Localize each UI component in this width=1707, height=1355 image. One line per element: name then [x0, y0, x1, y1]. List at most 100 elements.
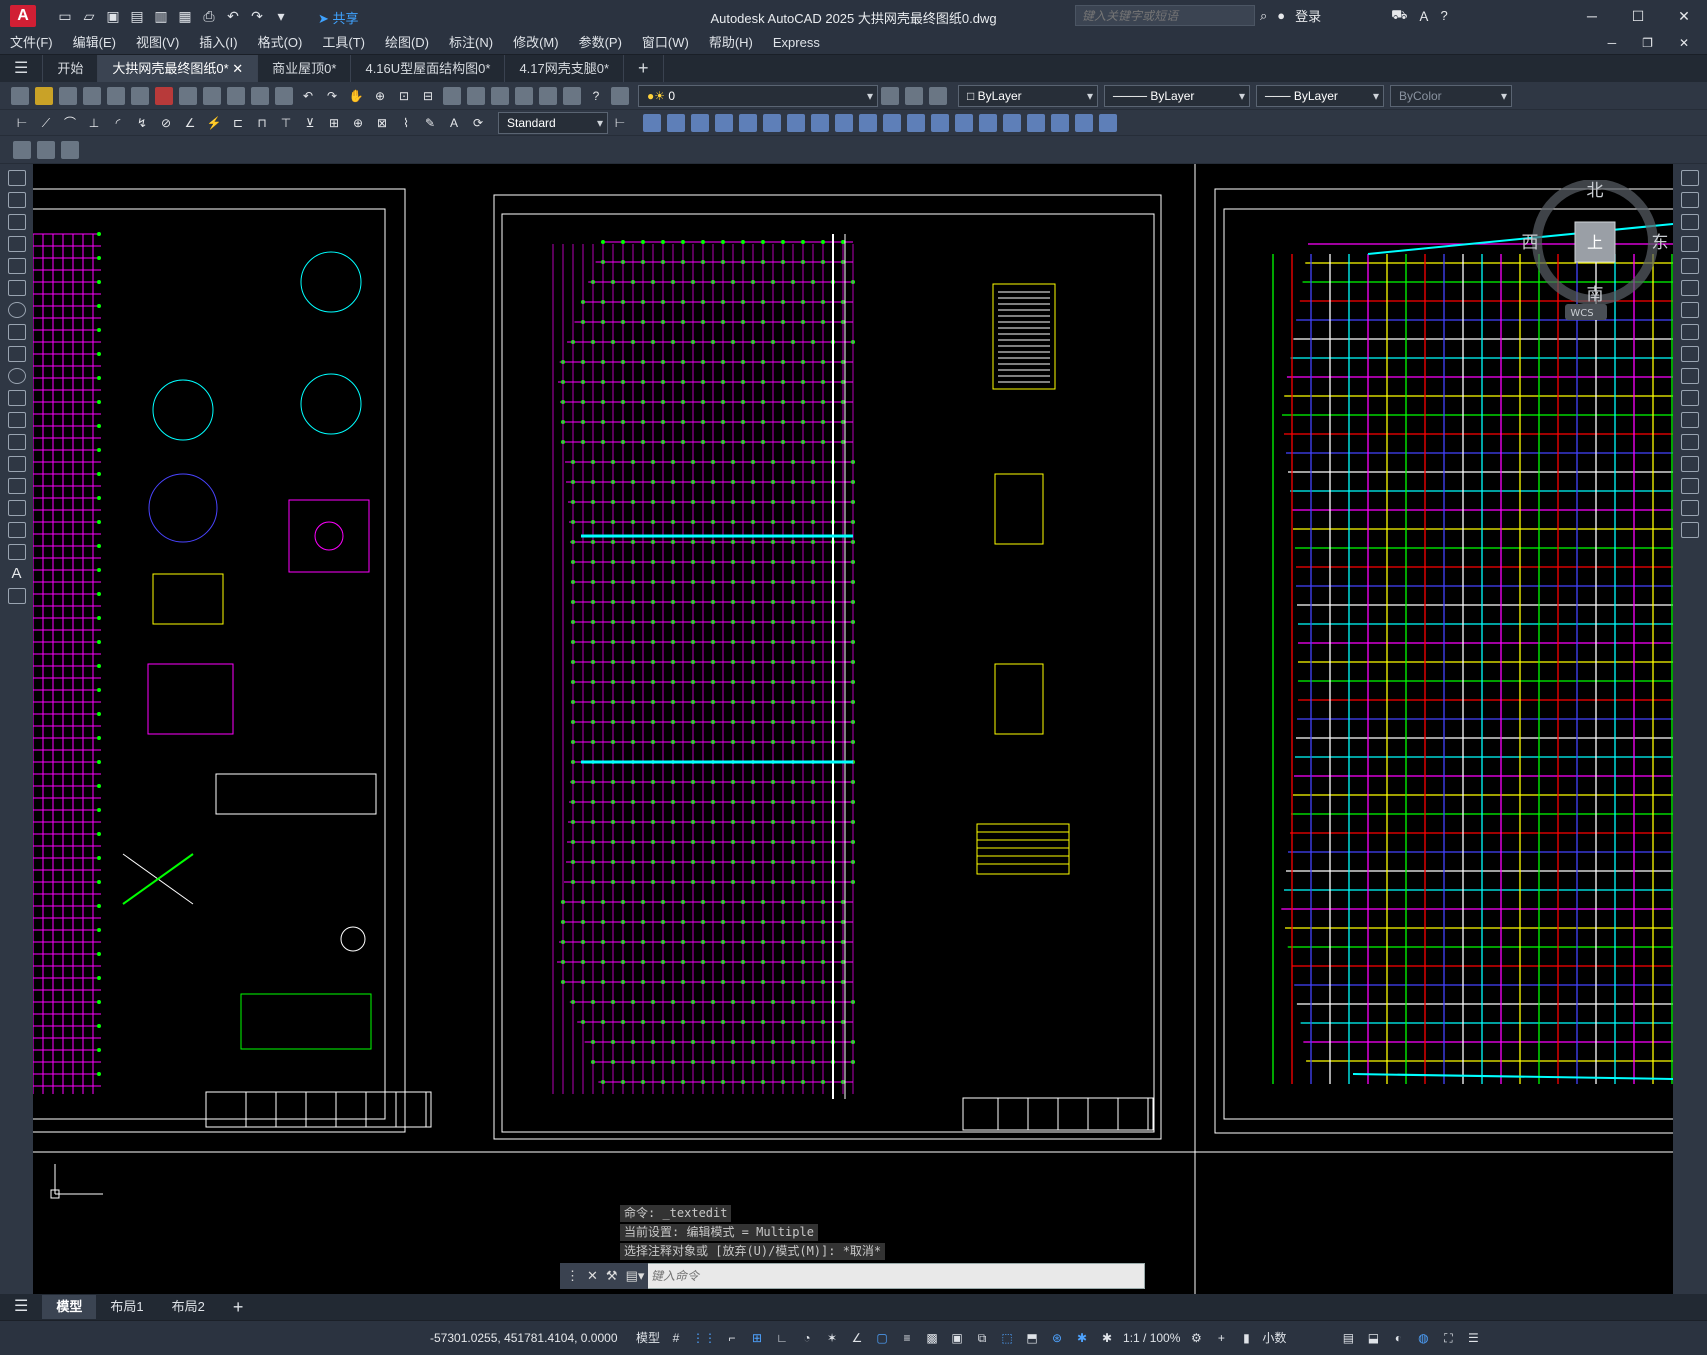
menu-item[interactable]: 标注(N)	[439, 32, 503, 54]
gradient-tool-icon[interactable]	[7, 500, 26, 516]
view-right-icon[interactable]	[715, 113, 733, 132]
undo-tool-icon[interactable]: ↶	[299, 87, 317, 105]
stretch-icon[interactable]	[1681, 346, 1699, 362]
dim-diameter-icon[interactable]: ⊘	[157, 114, 175, 132]
share-button[interactable]: ➤ 共享	[318, 8, 359, 27]
layer-previous-icon[interactable]	[905, 86, 923, 105]
recent-commands-icon[interactable]: ▤▾	[626, 1268, 645, 1284]
document-tab[interactable]: 大拱网壳最终图纸0* ✕	[98, 55, 259, 82]
save-file-icon[interactable]	[59, 86, 77, 105]
viewcube[interactable]: 上 北 南 东 西 WCS	[1520, 180, 1670, 350]
layer-dropdown[interactable]: ●☀ 0	[638, 84, 878, 107]
visual-style-realistic-icon[interactable]	[955, 113, 973, 132]
close-icon[interactable]: ✕	[1661, 0, 1707, 32]
polyline-tool-icon[interactable]	[7, 214, 26, 230]
doc-close-icon[interactable]: ✕	[1679, 36, 1689, 50]
menu-item[interactable]: 帮助(H)	[699, 32, 763, 54]
gizmo-icon[interactable]: ⊛	[1048, 1328, 1066, 1348]
viewcube-west-label[interactable]: 西	[1522, 233, 1539, 253]
lineweight-toggle-icon[interactable]: ≡	[898, 1328, 916, 1348]
transparency-icon[interactable]: ▩	[923, 1328, 941, 1348]
selection-cycling-icon[interactable]: ▣	[948, 1328, 966, 1348]
markup-icon[interactable]	[539, 86, 557, 105]
workspace-gear-icon[interactable]: ⚙	[1187, 1328, 1205, 1348]
dim-jogged-icon[interactable]: ↯	[133, 114, 151, 132]
dim-arc-icon[interactable]: ⌒	[61, 114, 79, 132]
cart-icon[interactable]: ⛟	[1391, 7, 1407, 25]
isolate-objects-icon[interactable]: ◐	[1389, 1328, 1407, 1348]
circle-tool-icon[interactable]	[7, 302, 26, 318]
rotate-icon[interactable]	[1681, 302, 1699, 318]
open-file-icon[interactable]	[35, 86, 53, 105]
join-icon[interactable]	[1681, 434, 1699, 450]
array-icon[interactable]	[1681, 258, 1699, 274]
grid-icon[interactable]: #	[667, 1328, 685, 1348]
customize-icon[interactable]: ⚒	[606, 1268, 618, 1284]
dim-baseline-icon[interactable]: ⊏	[229, 114, 247, 132]
point-tool-icon[interactable]	[7, 456, 26, 472]
view-left-icon[interactable]	[691, 113, 709, 132]
ucs-face-icon[interactable]	[1075, 113, 1093, 132]
pan-icon[interactable]: ✋	[347, 87, 365, 105]
revcloud-tool-icon[interactable]	[7, 324, 26, 340]
drawing-canvas[interactable]	[33, 164, 1673, 1294]
plotstyle-dropdown[interactable]: ByColor	[1390, 84, 1512, 107]
maximize-icon[interactable]: ☐	[1615, 0, 1661, 32]
dim-text-edit-icon[interactable]: A	[445, 114, 463, 132]
menu-item[interactable]: 格式(O)	[248, 32, 313, 54]
tolerance-icon[interactable]: ⊞	[325, 114, 343, 132]
dim-space-icon[interactable]: ⊤	[277, 114, 295, 132]
isometric-icon[interactable]: ✶	[823, 1328, 841, 1348]
arc-tool-icon[interactable]	[7, 280, 26, 296]
menu-item[interactable]: 绘图(D)	[375, 32, 439, 54]
print-preview-icon[interactable]	[107, 86, 125, 105]
calculator-icon[interactable]	[563, 86, 581, 105]
ucs-previous-icon[interactable]	[1051, 113, 1069, 132]
chamfer-icon[interactable]	[1681, 456, 1699, 472]
new-file-icon[interactable]	[11, 86, 29, 105]
ucs-icon[interactable]	[1003, 113, 1021, 132]
menu-item[interactable]: 窗口(W)	[632, 32, 699, 54]
auto-scale-icon[interactable]: ✱	[1098, 1328, 1116, 1348]
polygon-tool-icon[interactable]	[7, 236, 26, 252]
view-ne-iso-icon[interactable]	[835, 113, 853, 132]
zoom-window-icon[interactable]: ⊡	[395, 87, 413, 105]
plot-icon[interactable]: ⎙	[200, 7, 218, 25]
dim-linear-icon[interactable]: ⊢	[13, 114, 31, 132]
blend-icon[interactable]	[1681, 500, 1699, 516]
paste-icon[interactable]	[227, 86, 245, 105]
make-block-icon[interactable]	[61, 140, 79, 159]
ortho-icon[interactable]: ∟	[773, 1328, 791, 1348]
new-icon[interactable]: ▭	[56, 7, 74, 25]
model-space-button[interactable]: 模型	[636, 1328, 660, 1348]
dim-ordinate-icon[interactable]: ⊥	[85, 114, 103, 132]
layer-state-icon[interactable]	[929, 86, 947, 105]
search-icon[interactable]: ⌕	[1260, 8, 1267, 24]
explode-icon[interactable]	[1681, 522, 1699, 538]
document-tab[interactable]: 4.17网壳支腿0*	[505, 55, 625, 82]
move-icon[interactable]	[1681, 280, 1699, 296]
edit-attribute-icon[interactable]	[13, 140, 31, 159]
infer-constraints-icon[interactable]: ⌐	[723, 1328, 741, 1348]
help-tool-icon[interactable]: ?	[587, 87, 605, 105]
ucs-world-icon[interactable]	[1027, 113, 1045, 132]
quick-dim-icon[interactable]: ⚡	[205, 114, 223, 132]
spline-tool-icon[interactable]	[7, 346, 26, 362]
ellipse-arc-tool-icon[interactable]	[7, 390, 26, 406]
layout-menu-icon[interactable]: ☰	[0, 1295, 42, 1319]
3d-osnap-icon[interactable]: ⧉	[973, 1328, 991, 1348]
application-menu-button[interactable]: A	[10, 5, 36, 27]
dim-update-icon[interactable]: ⟳	[469, 114, 487, 132]
menu-item[interactable]: 文件(F)	[0, 32, 63, 54]
viewcube-south-label[interactable]: 南	[1587, 285, 1604, 305]
hatch-tool-icon[interactable]	[7, 478, 26, 494]
mtext-tool-icon[interactable]: A	[8, 566, 26, 582]
clean-screen-icon[interactable]: ⛶	[1439, 1328, 1457, 1348]
cut-icon[interactable]	[179, 86, 197, 105]
dim-break-icon[interactable]: ⊻	[301, 114, 319, 132]
print-icon[interactable]	[83, 86, 101, 105]
doc-restore-icon[interactable]: ❐	[1642, 36, 1653, 50]
layout-tab[interactable]: 布局2	[158, 1295, 219, 1319]
redo-tool-icon[interactable]: ↷	[323, 87, 341, 105]
jogged-linear-icon[interactable]: ⌇	[397, 114, 415, 132]
